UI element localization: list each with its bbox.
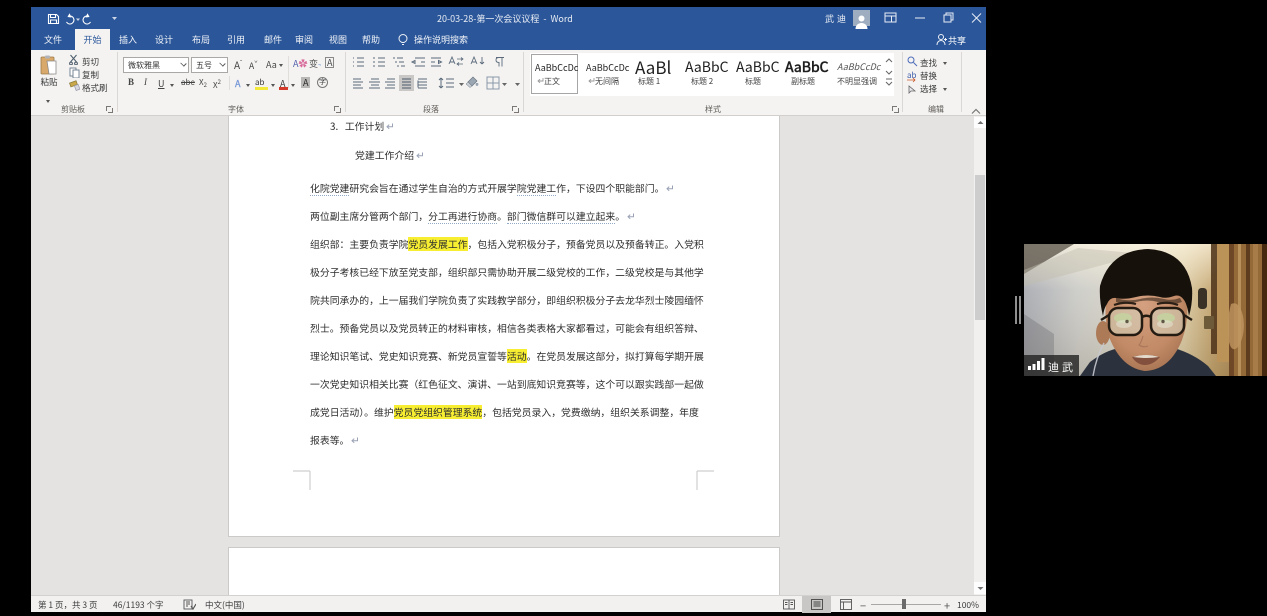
- svg-text:迪武: 迪武: [1048, 359, 1076, 375]
- svg-text:ab: ab: [907, 70, 917, 81]
